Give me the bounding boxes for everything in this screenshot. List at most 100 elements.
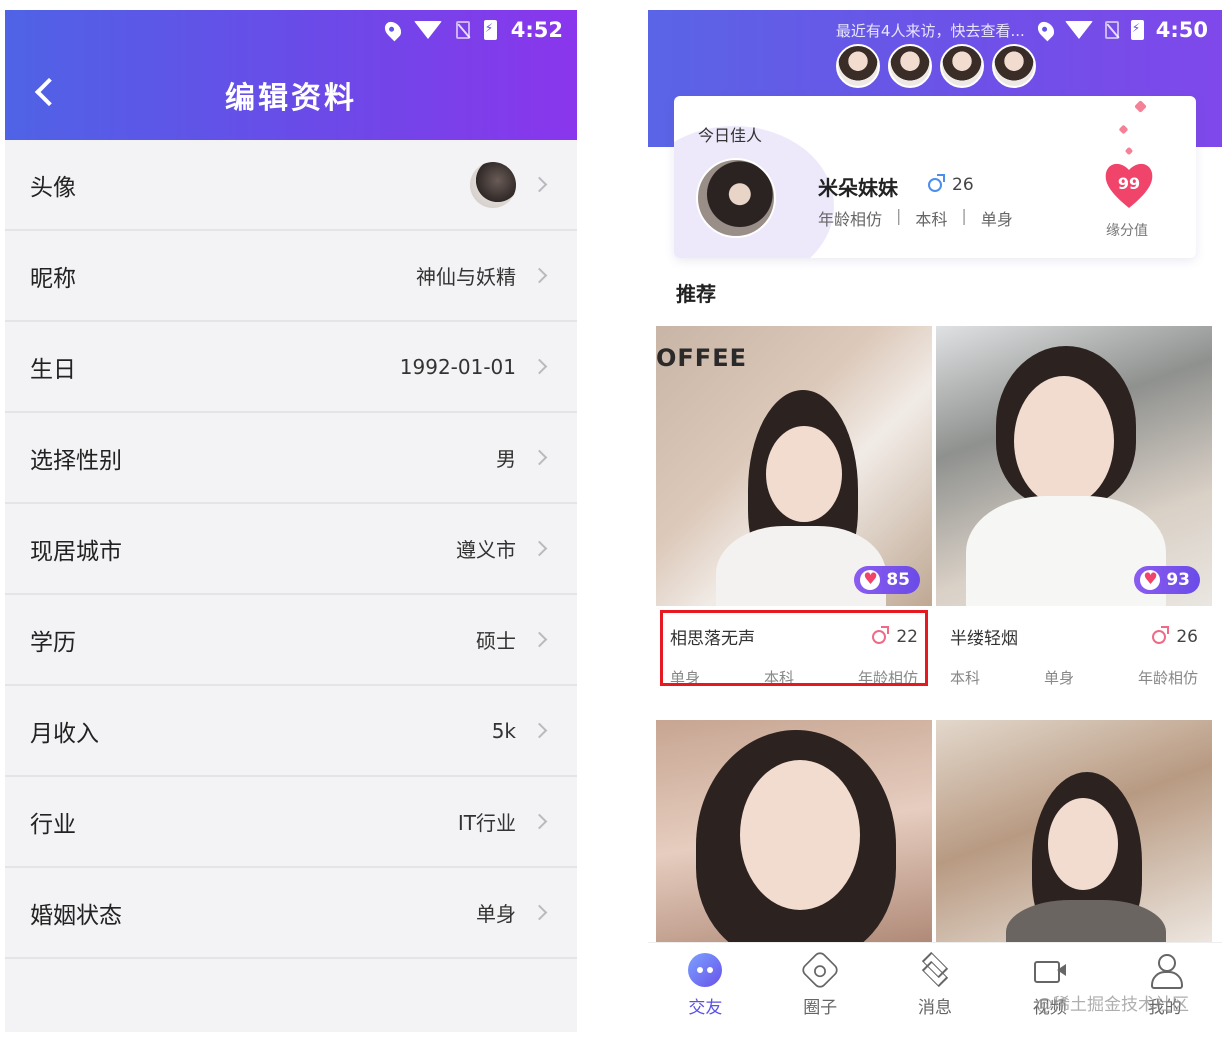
row-value: 男 [496,447,516,471]
user-icon [1148,953,1183,989]
wifi-icon [413,21,442,39]
battery-icon [1130,20,1144,40]
chevron-right-icon [531,176,548,193]
visitor-avatar[interactable] [888,44,932,88]
visitor-notice[interactable]: 最近有4人来访，快去查看... [836,20,1025,41]
chevron-right-icon [531,631,548,648]
visitor-avatars [836,44,1036,88]
male-icon [928,174,945,192]
no-sim-icon [1104,21,1119,39]
today-pick-tags: 年龄相仿 | 本科 | 单身 [818,206,1013,230]
chevron-right-icon [531,813,548,830]
avatar[interactable] [470,161,516,208]
tag: 本科 [915,210,948,229]
tab-label: 交友 [688,998,723,1018]
profile-photo[interactable] [936,720,1212,942]
row-value: 1992-01-01 [399,354,516,379]
bottom-tab-bar: 交友 圈子 消息 视频 我的 [648,942,1222,1032]
profile-info: 相思落无声 22 单身 本科 年龄相仿 [656,606,932,710]
row-label: 行业 [30,811,76,838]
recommend-title: 推荐 [676,282,716,306]
row-value: 硕士 [476,629,516,653]
tab-label: 消息 [917,998,952,1018]
today-pick-name: 米朵妹妹 [818,176,898,200]
status-bar: 4:52 [5,10,577,50]
tag: 单身 [980,210,1013,229]
edit-profile-screen: 4:52 编辑资料 头像 昵称 神仙与妖精 生日 1992-01-01 [5,10,577,1032]
row-value: 单身 [476,902,516,926]
status-time: 4:50 [1155,18,1208,42]
affinity-badge: 85 [854,566,920,594]
tab-friends[interactable]: 交友 [655,953,755,1018]
watermark: @稀土掘金技术社区 [1036,995,1189,1015]
affinity-score: 85 [886,570,910,590]
profile-tags: 本科 单身 年龄相仿 [950,667,1198,688]
tag: 单身 [1043,669,1074,687]
row-label: 现居城市 [30,538,122,565]
row-label: 月收入 [30,720,99,747]
tab-circle[interactable]: 圈子 [770,949,870,1018]
battery-icon [483,20,497,40]
visitor-avatar[interactable] [992,44,1036,88]
tag: 年龄相仿 [818,210,883,229]
row-label: 生日 [30,356,76,383]
profile-name: 半缕轻烟 [950,629,1018,649]
avatar[interactable] [696,158,776,238]
profile-photo[interactable]: OFFEE 85 [656,326,932,606]
tag: 年龄相仿 [1137,669,1198,687]
affinity-score: 99 [1117,174,1141,193]
highlight-box [660,610,928,686]
floating-heart-icon [1134,100,1147,113]
profile-photo[interactable]: 93 [936,326,1212,606]
chevron-right-icon [531,904,548,921]
row-nickname[interactable]: 昵称 神仙与妖精 [5,231,577,322]
row-city[interactable]: 现居城市 遵义市 [5,504,577,595]
back-arrow-icon[interactable] [34,77,64,107]
row-marital-status[interactable]: 婚姻状态 单身 [5,868,577,959]
wifi-icon [1064,21,1093,39]
profile-card[interactable] [656,720,932,942]
row-birthday[interactable]: 生日 1992-01-01 [5,322,577,413]
chevron-right-icon [531,267,548,284]
row-label: 选择性别 [30,447,122,474]
visitor-avatar[interactable] [836,44,880,88]
heart-icon [860,569,881,590]
row-label: 头像 [30,174,76,201]
row-label: 婚姻状态 [30,902,122,929]
edit-profile-header: 4:52 编辑资料 [5,10,577,140]
row-industry[interactable]: 行业 IT行业 [5,777,577,868]
row-gender[interactable]: 选择性别 男 [5,413,577,504]
profile-card[interactable] [936,720,1212,942]
profile-photo[interactable] [656,720,932,942]
today-pick-card[interactable]: 今日佳人 米朵妹妹 26 年龄相仿 | 本科 | 单身 99 缘分值 [674,96,1196,258]
tab-messages[interactable]: 消息 [885,953,985,1018]
profile-form: 头像 昵称 神仙与妖精 生日 1992-01-01 选择性别 男 现居城市 遵义… [5,140,577,959]
profile-card[interactable]: OFFEE 85 相思落无声 22 单身 [656,326,932,710]
chevron-right-icon [531,722,548,739]
chevron-right-icon [531,358,548,375]
profile-card[interactable]: 93 半缕轻烟 26 本科 单身 年龄相仿 [936,326,1212,710]
photo-sign-text: OFFEE [656,344,747,372]
video-icon [1033,953,1067,987]
row-value: 5k [491,718,516,743]
floating-heart-icon [1118,124,1129,135]
dating-home-screen: 最近有4人来访，快去查看... 4:50 今日佳人 米朵妹妹 26 年龄相仿 |… [648,10,1222,1032]
row-label: 学历 [30,629,76,656]
status-time: 4:52 [510,18,563,42]
row-label: 昵称 [30,265,76,292]
affinity-badge: 93 [1134,566,1200,594]
today-pick-label: 今日佳人 [698,126,763,145]
affinity-label: 缘分值 [1106,223,1148,239]
tag: 本科 [950,669,981,687]
profile-info: 半缕轻烟 26 本科 单身 年龄相仿 [936,606,1212,710]
location-icon [1034,18,1058,42]
title-bar: 编辑资料 [5,50,577,140]
page-title: 编辑资料 [225,81,357,116]
visitor-avatar[interactable] [940,44,984,88]
affinity-score: 93 [1166,570,1190,590]
row-avatar[interactable]: 头像 [5,140,577,231]
row-income[interactable]: 月收入 5k [5,686,577,777]
age-value: 26 [1176,626,1198,647]
location-icon [381,18,405,42]
row-education[interactable]: 学历 硕士 [5,595,577,686]
